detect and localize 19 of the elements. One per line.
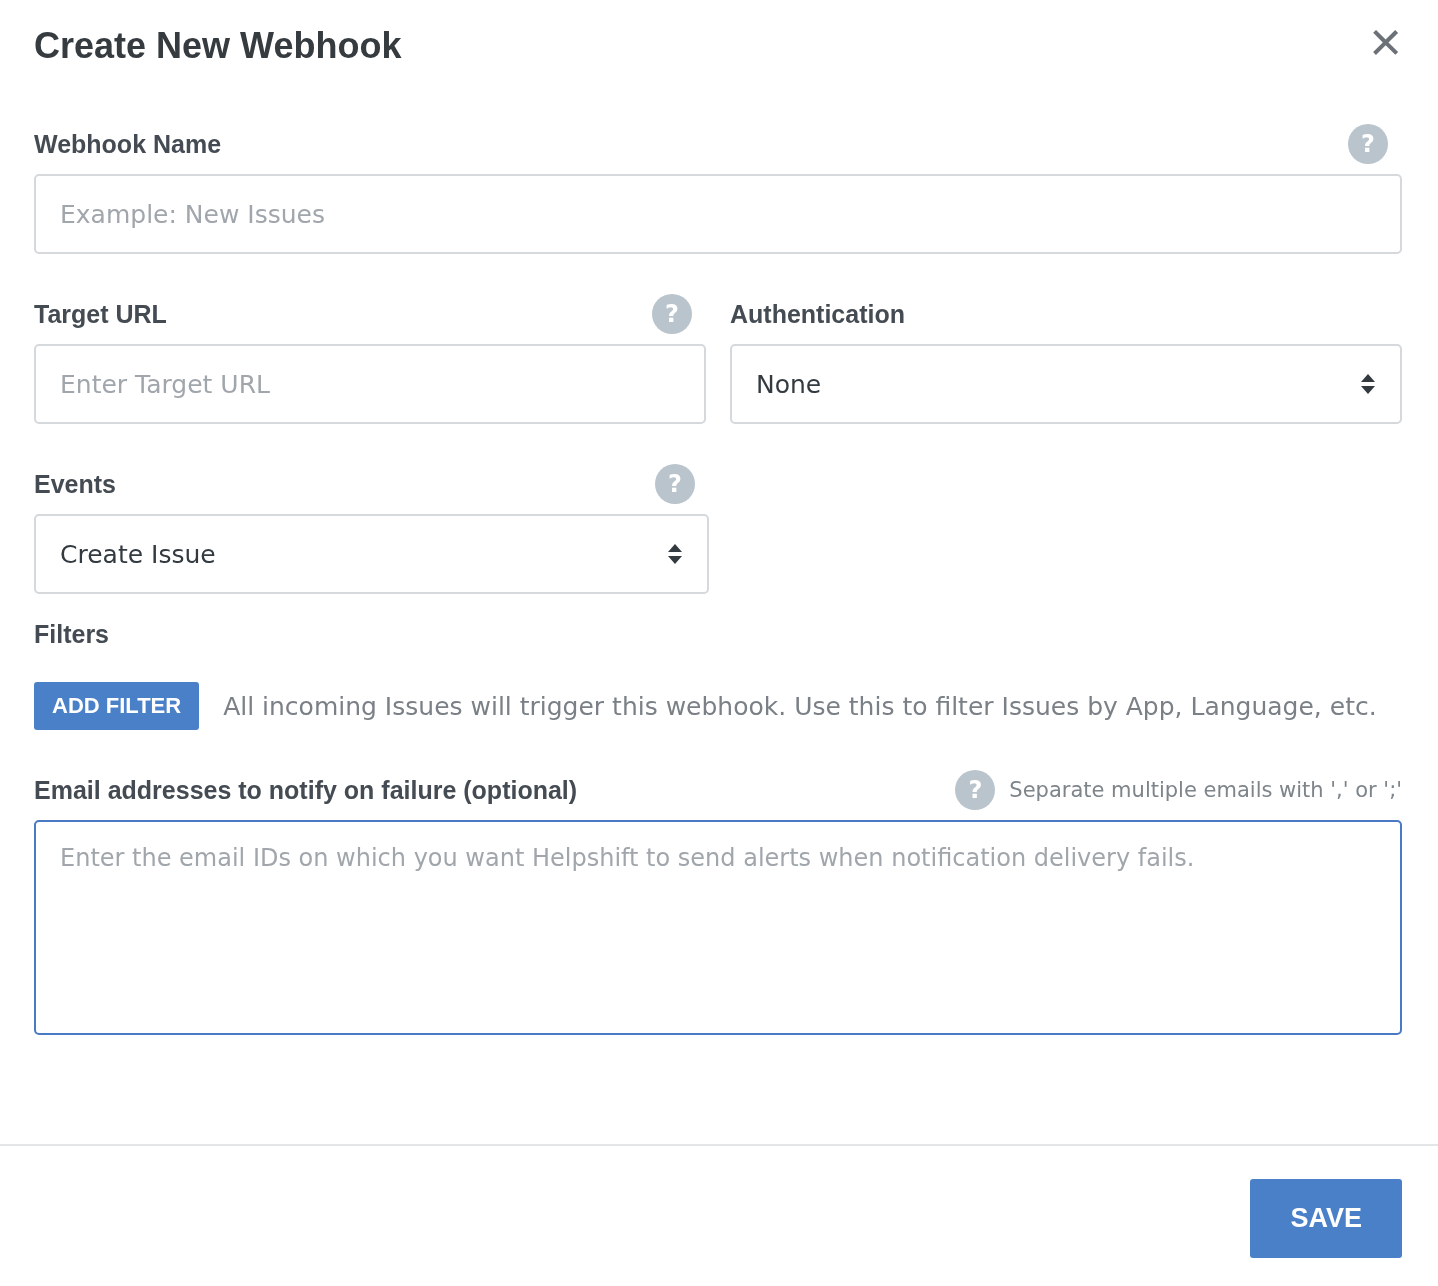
field-label: Filters [34, 619, 110, 649]
field-label: Target URL [34, 299, 167, 329]
save-button[interactable]: SAVE [1250, 1179, 1402, 1258]
field-label: Events [34, 469, 116, 499]
close-button[interactable]: × [1369, 14, 1402, 70]
filter-description: All incoming Issues will trigger this webhook. Use this to filter Issues by App, Language, etc. [223, 691, 1377, 721]
field-label: Email addresses to notify on failure (optional) [34, 775, 578, 805]
field-label: Webhook Name [34, 129, 222, 159]
add-filter-button[interactable]: ADD FILTER [34, 682, 200, 730]
dialog-title: Create New Webhook [34, 25, 402, 67]
target-url-field[interactable]: Enter Target URL [34, 344, 706, 424]
events-select[interactable]: Create Issue [34, 514, 709, 594]
authentication-select[interactable]: None [730, 344, 1402, 424]
sort-arrows-icon [1360, 373, 1376, 395]
hint-text: Separate multiple emails with ',' or ';' [1009, 778, 1402, 802]
field-label: Authentication [730, 299, 905, 329]
webhook-name-field[interactable]: Example: New Issues [34, 174, 1402, 254]
email-field[interactable]: Enter the email IDs on which you want Helpshift to send alerts when notification delivery fails. [34, 820, 1402, 1035]
sort-arrows-icon [667, 543, 683, 565]
